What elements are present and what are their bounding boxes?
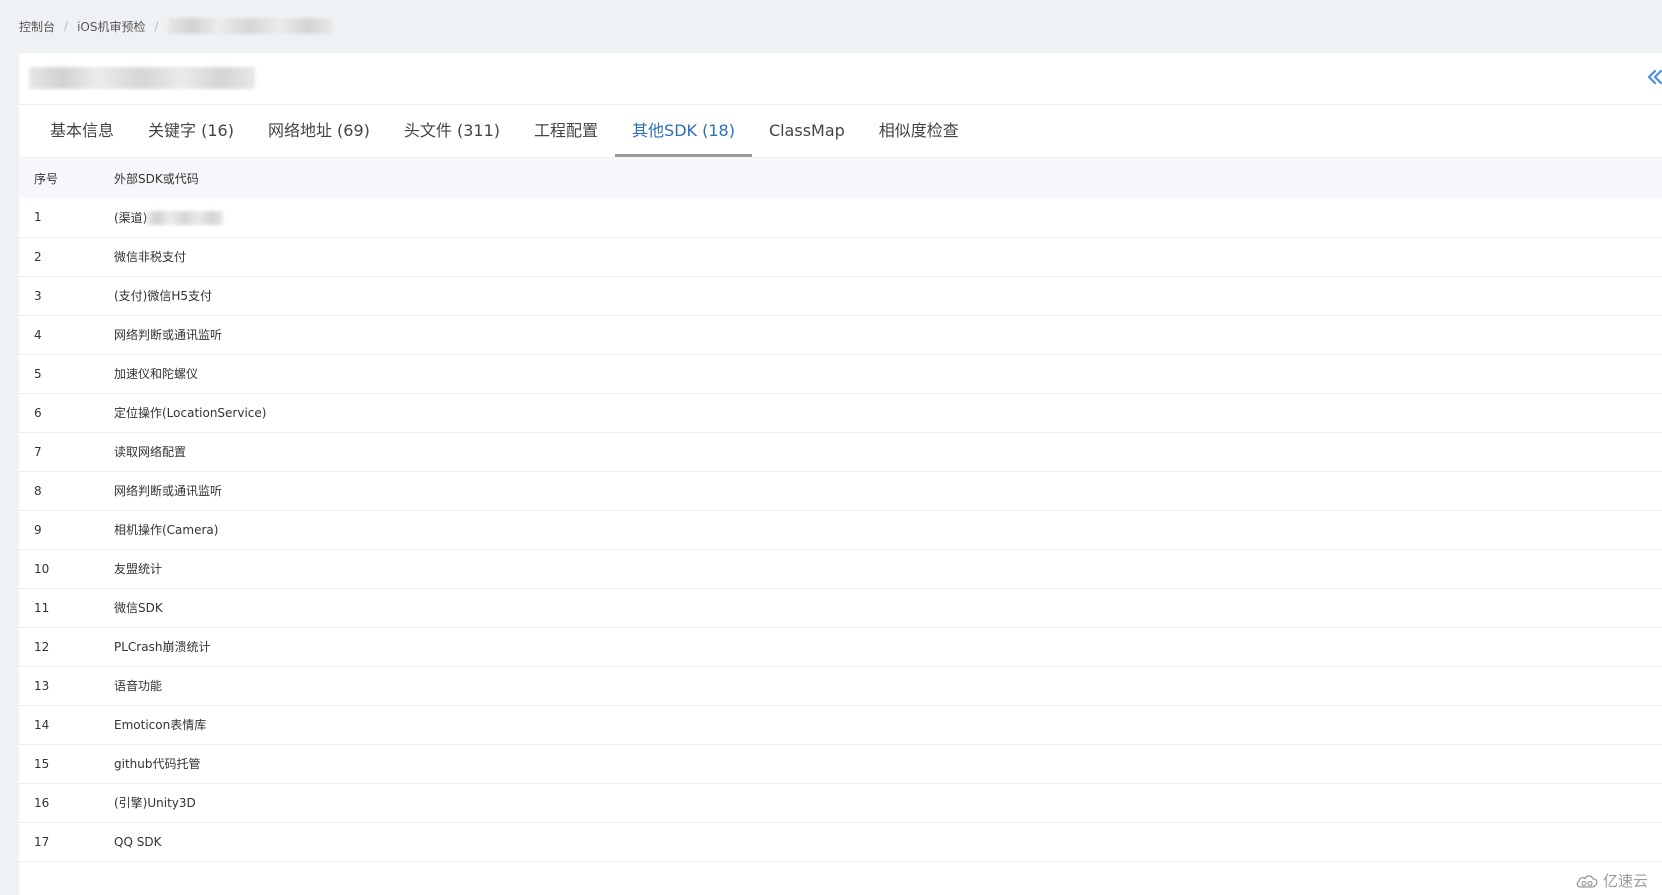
table-row: 13 语音功能 (19, 666, 1662, 705)
table-row: 5 加速仪和陀螺仪 (19, 354, 1662, 393)
watermark: 亿速云 (1575, 870, 1648, 891)
row-index: 14 (34, 717, 50, 732)
breadcrumb-current-redacted (167, 18, 332, 34)
table-row: 3 (支付)微信H5支付 (19, 276, 1662, 315)
table-row: 16 (引擎)Unity3D (19, 783, 1662, 822)
row-sdk-name: 微信非税支付 (114, 250, 187, 264)
row-index: 16 (34, 795, 50, 810)
row-sdk-name-cell: (渠道) (114, 198, 1662, 237)
row-sdk-name: 网络判断或通讯监听 (114, 484, 223, 498)
app-title-redacted (29, 67, 255, 89)
breadcrumb-separator: / (64, 19, 69, 33)
table-row: 4 网络判断或通讯监听 (19, 315, 1662, 354)
row-index: 5 (34, 366, 42, 381)
breadcrumb-separator: / (154, 19, 159, 33)
tab-project-config[interactable]: 工程配置 (517, 107, 615, 157)
row-sdk-name: 网络判断或通讯监听 (114, 328, 223, 342)
row-index: 17 (34, 834, 50, 849)
tab-classmap[interactable]: ClassMap (752, 107, 862, 157)
row-sdk-name: 定位操作(LocationService) (114, 406, 267, 420)
row-index: 2 (34, 249, 42, 264)
tab-basic-info[interactable]: 基本信息 (33, 107, 131, 157)
row-sdk-name: 读取网络配置 (114, 445, 187, 459)
redacted-text (147, 211, 224, 226)
table-row: 11 微信SDK (19, 588, 1662, 627)
tab-header-files[interactable]: 头文件 (311) (387, 107, 517, 157)
row-index: 12 (34, 639, 50, 654)
table-header-row: 序号 外部SDK或代码 (19, 158, 1662, 198)
row-index: 13 (34, 678, 50, 693)
column-header-sdk: 外部SDK或代码 (114, 171, 199, 186)
row-sdk-name: PLCrash崩溃统计 (114, 640, 211, 654)
row-index: 9 (34, 522, 42, 537)
table-row: 7 读取网络配置 (19, 432, 1662, 471)
row-sdk-name: (渠道) (114, 210, 148, 225)
tab-similarity-check[interactable]: 相似度检查 (862, 107, 976, 157)
row-index: 1 (34, 210, 42, 225)
table-row: 12 PLCrash崩溃统计 (19, 627, 1662, 666)
table-row: 8 网络判断或通讯监听 (19, 471, 1662, 510)
cloud-logo-icon (1576, 874, 1598, 888)
row-sdk-name: 语音功能 (114, 679, 163, 693)
table-row: 2 微信非税支付 (19, 237, 1662, 276)
row-sdk-name: (支付)微信H5支付 (114, 289, 213, 303)
table-row: 6 定位操作(LocationService) (19, 393, 1662, 432)
row-index: 15 (34, 756, 50, 771)
row-sdk-name: Emoticon表情库 (114, 718, 207, 732)
tab-keywords[interactable]: 关键字 (16) (131, 107, 251, 157)
row-index: 4 (34, 327, 42, 342)
table-row: 15 github代码托管 (19, 744, 1662, 783)
row-sdk-name: github代码托管 (114, 757, 201, 771)
tab-network-addresses[interactable]: 网络地址 (69) (251, 107, 387, 157)
row-index: 8 (34, 483, 42, 498)
tab-other-sdk[interactable]: 其他SDK (18) (615, 107, 752, 157)
breadcrumb-console[interactable]: 控制台 (19, 18, 55, 35)
column-header-index: 序号 (34, 171, 59, 186)
sdk-table: 序号 外部SDK或代码 1 (渠道) 2 微信非税支付 3 (支付)微信H5支付… (19, 158, 1662, 862)
watermark-text: 亿速云 (1602, 872, 1648, 890)
table-row: 9 相机操作(Camera) (19, 510, 1662, 549)
breadcrumb: 控制台 / iOS机审预检 / (19, 14, 332, 38)
row-index: 6 (34, 405, 42, 420)
table-row: 1 (渠道) (19, 198, 1662, 237)
row-sdk-name: 加速仪和陀螺仪 (114, 367, 199, 381)
table-row: 17 QQ SDK (19, 822, 1662, 861)
tab-bar: 基本信息 关键字 (16) 网络地址 (69) 头文件 (311) 工程配置 其… (19, 105, 1662, 158)
row-sdk-name: 微信SDK (114, 601, 163, 615)
content-card: 基本信息 关键字 (16) 网络地址 (69) 头文件 (311) 工程配置 其… (19, 53, 1662, 895)
row-sdk-name: 友盟统计 (114, 562, 163, 576)
row-sdk-name: QQ SDK (114, 834, 162, 849)
card-header (19, 53, 1662, 105)
breadcrumb-ios-precheck[interactable]: iOS机审预检 (77, 18, 145, 35)
table-row: 14 Emoticon表情库 (19, 705, 1662, 744)
row-index: 10 (34, 561, 50, 576)
back-arrow-icon[interactable] (1646, 68, 1662, 86)
row-sdk-name: 相机操作(Camera) (114, 523, 219, 537)
table-row: 10 友盟统计 (19, 549, 1662, 588)
row-index: 11 (34, 600, 50, 615)
row-sdk-name: (引擎)Unity3D (114, 796, 196, 810)
row-index: 7 (34, 444, 42, 459)
row-index: 3 (34, 288, 42, 303)
